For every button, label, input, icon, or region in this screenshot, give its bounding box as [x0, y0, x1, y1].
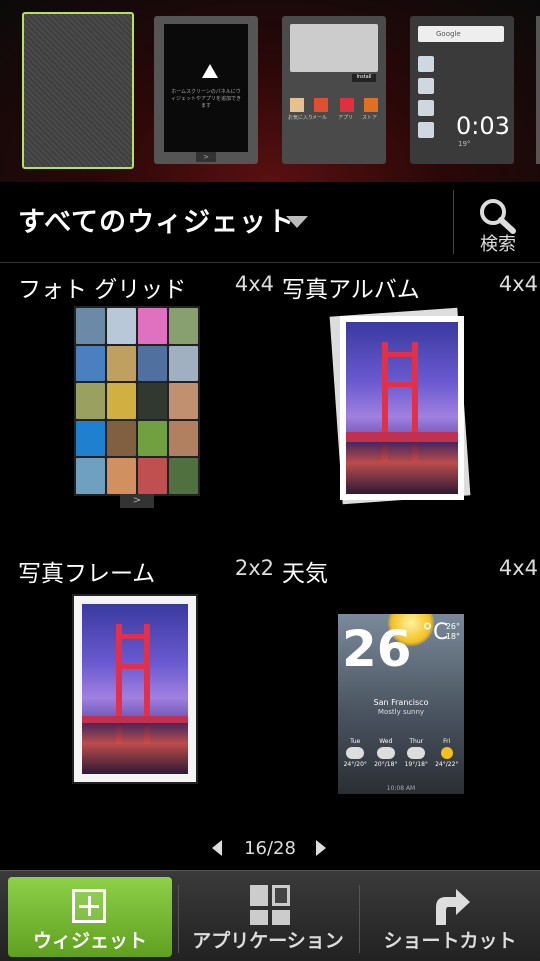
widget-name: 写真フレーム [18, 561, 156, 587]
search-button[interactable]: 検索 [460, 190, 536, 260]
home-panel-3[interactable]: Install お気に入り メール アプリ ストア [282, 16, 386, 164]
app-icon [418, 100, 434, 116]
tab-shortcuts[interactable]: ショートカット [364, 877, 536, 957]
home-panel-1[interactable] [22, 12, 134, 169]
app-icon [418, 78, 434, 94]
weather-preview: 26 °C 26° 18° San Francisco Mostly sunny… [338, 614, 464, 794]
panel-edge [536, 16, 540, 164]
panel-button: Install [352, 74, 376, 82]
widget-name: 写真アルバム [282, 277, 420, 303]
weather-city: San Francisco [373, 698, 429, 707]
widget-name: フォト グリッド [18, 277, 187, 303]
home-panel-4[interactable]: Google 0:03 19° [410, 16, 514, 164]
forecast-day: Wed 20°/18° [374, 738, 398, 768]
bridge-photo [346, 322, 458, 494]
tab-applications[interactable]: アプリケーション [182, 877, 354, 957]
tab-divider [359, 885, 360, 953]
app-icon [418, 56, 434, 72]
weather-condition: Mostly sunny [377, 708, 425, 716]
bottom-tab-bar: ウィジェット アプリケーション ショートカット [0, 870, 540, 961]
rain-cloud-icon [407, 747, 426, 759]
category-header: すべてのウィジェット [0, 182, 540, 263]
sun-icon [440, 747, 453, 759]
panel-logo-icon [202, 64, 218, 78]
apps-grid-icon [250, 885, 290, 925]
photo-frame-preview [72, 594, 198, 784]
app-icon [340, 98, 354, 112]
clock-time: 0:03 [456, 112, 510, 140]
app-icon [314, 98, 328, 112]
tab-widgets[interactable]: ウィジェット [8, 877, 172, 957]
previous-page-icon[interactable] [212, 840, 222, 856]
app-icon [418, 122, 434, 138]
search-label: 検索 [480, 234, 516, 255]
header-divider [453, 190, 454, 254]
album-photo [340, 316, 464, 500]
google-search-bar: Google [418, 26, 504, 42]
widget-size: 4x4 [498, 272, 538, 296]
weather-unit: °C [422, 620, 449, 645]
next-page-icon[interactable] [316, 840, 326, 856]
weather-forecast: Tue 24°/20° Wed 20°/18° Thur 19°/18° Fri… [340, 738, 462, 768]
bridge-photo [82, 604, 188, 774]
cloud-icon [346, 747, 365, 759]
widget-size: 2x2 [234, 556, 274, 580]
tab-label: ウィジェット [32, 930, 147, 952]
forecast-day: Tue 24°/20° [343, 738, 367, 768]
widget-photo-grid[interactable]: フォト グリッド 4x4 > [18, 270, 280, 540]
clock-subtext: 19° [458, 140, 471, 148]
forecast-day: Fri 24°/22° [435, 738, 459, 768]
app-icon [290, 98, 304, 112]
search-icon [480, 199, 516, 234]
forecast-day: Thur 19°/18° [404, 738, 428, 768]
tab-label: ショートカット [383, 930, 517, 952]
panel-card [290, 24, 378, 72]
photo-grid-preview [74, 306, 200, 496]
home-panel-2[interactable]: ホームスクリーンのパネルにウィジェットやアプリを追加できます > [154, 16, 258, 164]
dropdown-arrow-icon[interactable] [286, 216, 308, 228]
category-dropdown-title[interactable]: すべてのウィジェット [18, 200, 295, 239]
page-indicator: 16/28 [244, 838, 296, 859]
photo-grid-nav: > [120, 494, 154, 508]
pager: 16/28 [0, 832, 540, 864]
widget-size: 4x4 [498, 556, 538, 580]
weather-temp: 26 [342, 620, 412, 678]
tab-label: アプリケーション [192, 930, 344, 952]
shortcut-arrow-icon [436, 889, 470, 925]
home-panel-strip: ホームスクリーンのパネルにウィジェットやアプリを追加できます > Install… [0, 0, 540, 182]
tab-divider [178, 885, 179, 953]
cloud-icon [376, 747, 395, 759]
weather-timestamp: 10:08 AM [386, 785, 416, 792]
panel-nav: > [196, 152, 216, 162]
weather-hi-lo: 26° 18° [445, 622, 460, 641]
widget-name: 天気 [282, 561, 328, 587]
app-icon [364, 98, 378, 112]
widget-size: 4x4 [234, 272, 274, 296]
plus-box-icon [72, 889, 106, 923]
